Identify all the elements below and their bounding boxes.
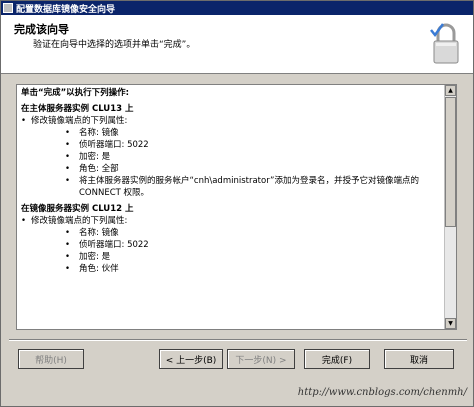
list-item: • 名称: 镜像 bbox=[65, 228, 119, 238]
list-item: • 角色: 伙伴 bbox=[65, 264, 119, 274]
wizard-window: 配置数据库镜像安全向导 完成该向导 验证在向导中选择的选项并单击“完成”。 单击… bbox=[0, 0, 474, 407]
wizard-header: 完成该向导 验证在向导中选择的选项并单击“完成”。 bbox=[1, 15, 473, 74]
list-item-continuation: CONNECT 权限。 bbox=[79, 188, 150, 198]
summary-text: 单击“完成”以执行下列操作: 在主体服务器实例 CLU13 上 • 修改镜像端点的… bbox=[17, 85, 444, 329]
page-title: 完成该向导 bbox=[14, 23, 69, 36]
summary-intro: 单击“完成”以执行下列操作: bbox=[21, 88, 130, 98]
scroll-up-arrow-icon[interactable]: ▲ bbox=[445, 85, 456, 96]
list-item: • 将主体服务器实例的服务帐户“cnh\administrator”添加为登录名，… bbox=[65, 176, 419, 186]
cancel-button[interactable]: 取消 bbox=[384, 349, 454, 369]
page-subtitle: 验证在向导中选择的选项并单击“完成”。 bbox=[33, 40, 196, 50]
list-item: • 修改镜像端点的下列属性: bbox=[21, 216, 128, 226]
title-bar[interactable]: 配置数据库镜像安全向导 bbox=[1, 1, 473, 15]
finish-button[interactable]: 完成(F) bbox=[304, 349, 370, 369]
list-item: • 侦听器端口: 5022 bbox=[65, 140, 149, 150]
help-button[interactable]: 帮助(H) bbox=[18, 349, 84, 369]
list-item: • 角色: 全部 bbox=[65, 164, 119, 174]
vertical-scrollbar[interactable]: ▲ ▼ bbox=[444, 85, 456, 329]
list-item: • 侦听器端口: 5022 bbox=[65, 240, 149, 250]
app-icon bbox=[3, 3, 13, 13]
next-button[interactable]: 下一步(N) > bbox=[227, 349, 295, 369]
section-heading: 在主体服务器实例 CLU13 上 bbox=[21, 104, 134, 114]
section-heading: 在镜像服务器实例 CLU12 上 bbox=[21, 204, 134, 214]
separator bbox=[9, 339, 467, 341]
scroll-thumb[interactable] bbox=[445, 97, 456, 227]
back-button[interactable]: < 上一步(B) bbox=[159, 349, 223, 369]
list-item: • 加密: 是 bbox=[65, 252, 111, 262]
lock-icon bbox=[430, 23, 459, 64]
summary-panel[interactable]: 单击“完成”以执行下列操作: 在主体服务器实例 CLU13 上 • 修改镜像端点的… bbox=[16, 84, 457, 330]
scroll-down-arrow-icon[interactable]: ▼ bbox=[445, 318, 456, 329]
list-item: • 修改镜像端点的下列属性: bbox=[21, 116, 128, 126]
list-item: • 加密: 是 bbox=[65, 152, 111, 162]
list-item: • 名称: 镜像 bbox=[65, 128, 119, 138]
watermark: http://www.cnblogs.com/chenmh/ bbox=[297, 387, 467, 398]
window-title: 配置数据库镜像安全向导 bbox=[16, 4, 116, 15]
